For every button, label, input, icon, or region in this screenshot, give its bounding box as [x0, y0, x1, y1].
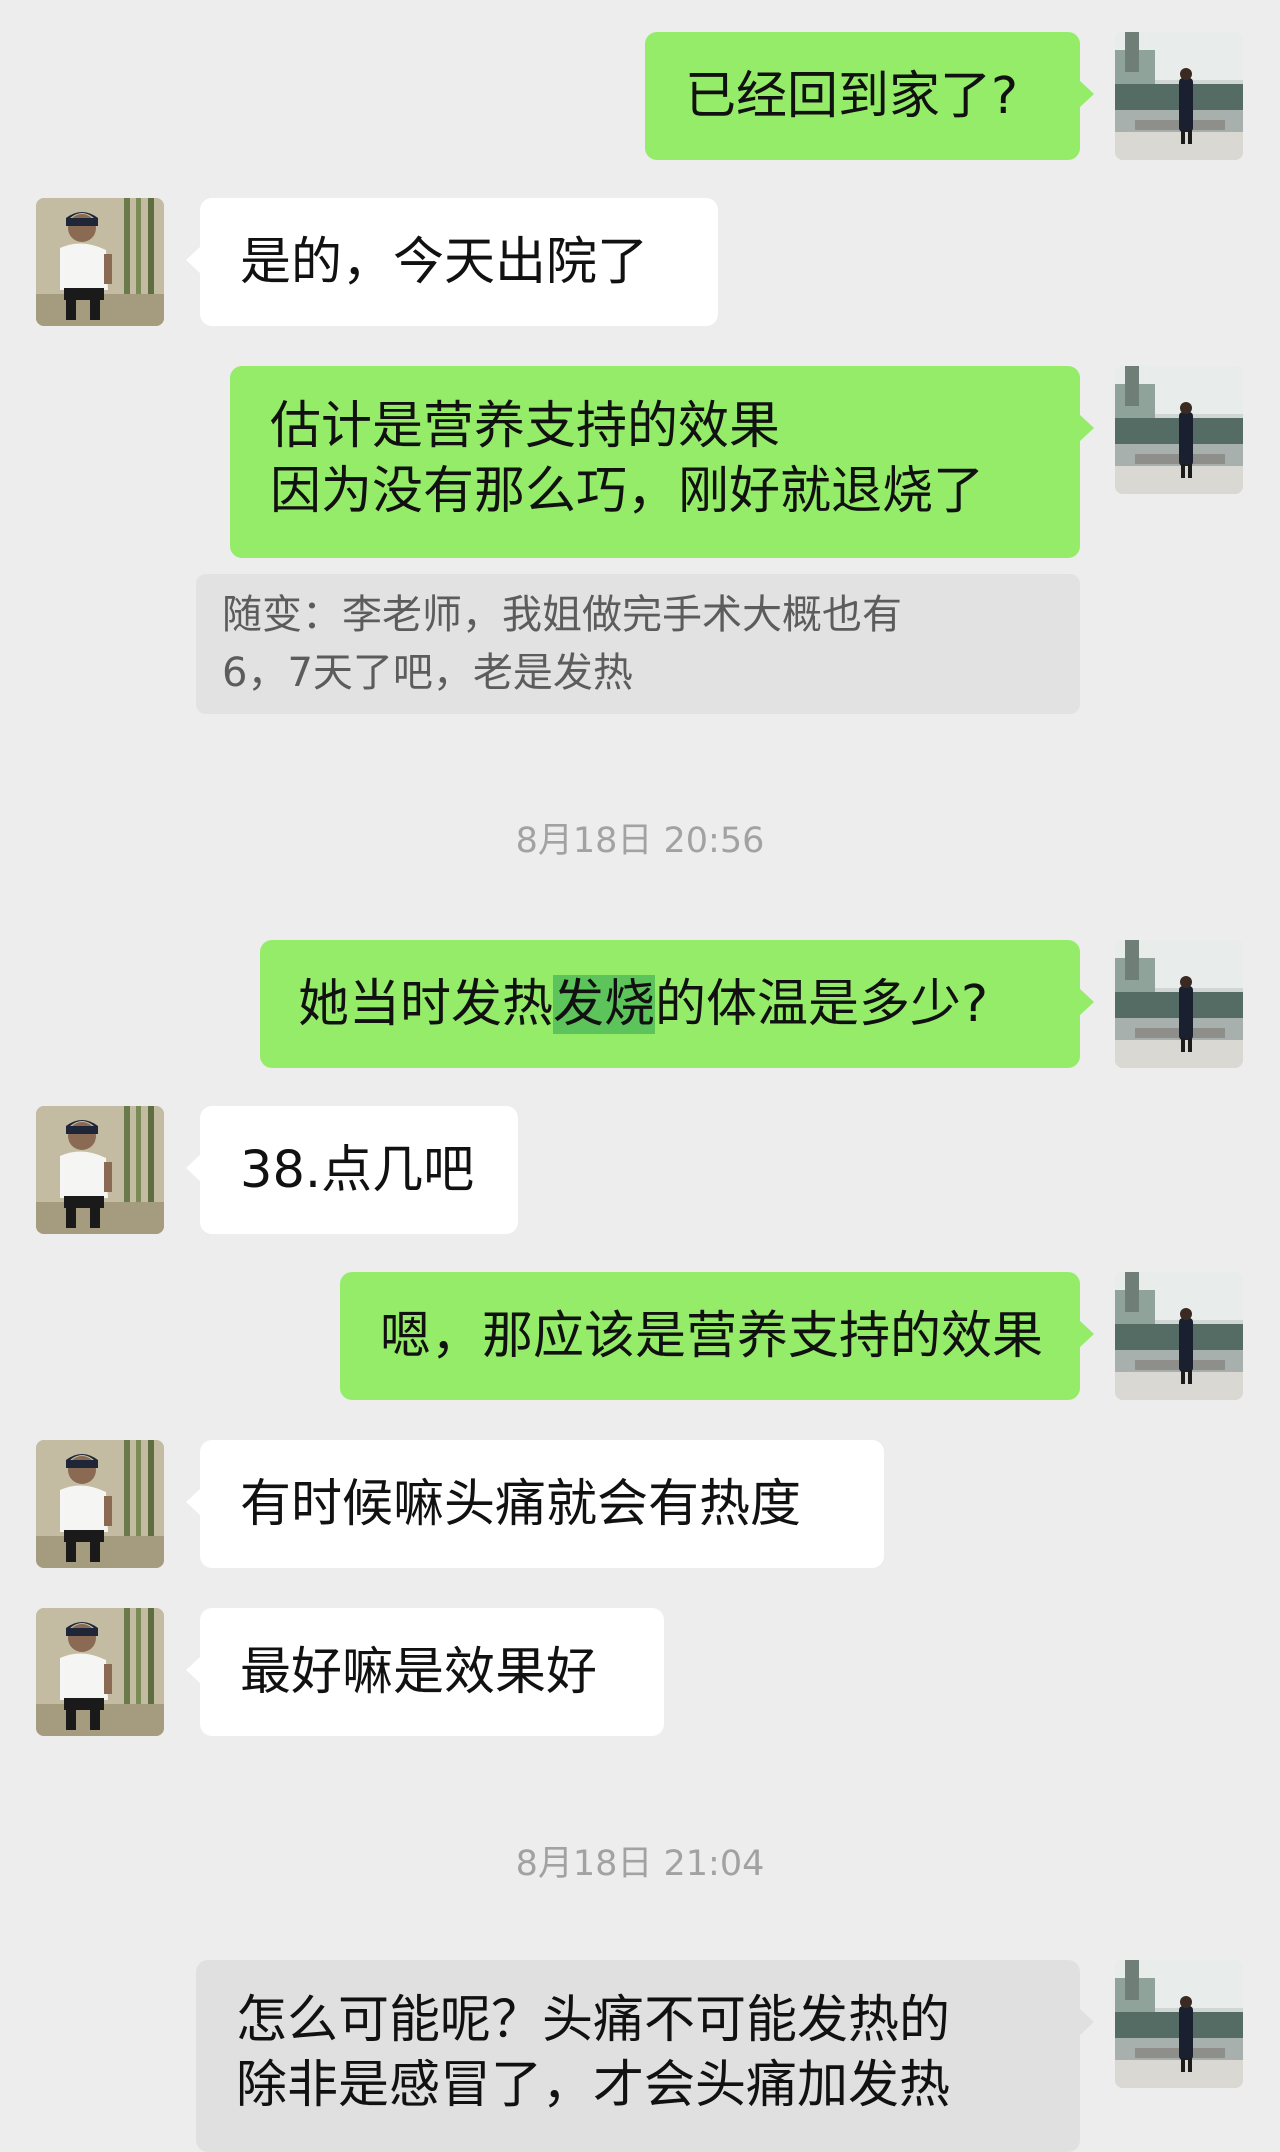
message-bubble-sent[interactable]: 估计是营养支持的效果 因为没有那么巧，刚好就退烧了: [230, 366, 1094, 558]
message-bubble-sent[interactable]: 她当时发热发烧的体温是多少?: [260, 940, 1094, 1068]
highlighted-text[interactable]: 发烧: [553, 975, 656, 1034]
message-text-line: 怎么可能呢？头痛不可能发热的: [236, 1991, 951, 2050]
message-text: 嗯，那应该是营养支持的效果: [380, 1307, 1044, 1366]
avatar-self-photo: [1115, 1960, 1243, 2088]
message-text: 最好嘛是效果好: [240, 1643, 598, 1702]
avatar-self[interactable]: [1115, 32, 1243, 160]
message-text: 有时候嘛头痛就会有热度: [240, 1475, 802, 1534]
avatar-other-photo: [36, 1608, 164, 1736]
quoted-message[interactable]: 随变：李老师，我姐做完手术大概也有 6，7天了吧，老是发热: [196, 574, 1080, 714]
message-text-line: 因为没有那么巧，刚好就退烧了: [270, 462, 985, 522]
avatar-other[interactable]: [36, 1608, 164, 1736]
message-bubble-received[interactable]: 有时候嘛头痛就会有热度: [186, 1440, 884, 1568]
chat-timestamp: 8月18日 21:04: [515, 1844, 765, 1884]
message-bubble-sent[interactable]: 嗯，那应该是营养支持的效果: [340, 1272, 1094, 1400]
message-text: 已经回到家了?: [685, 67, 1019, 126]
avatar-self[interactable]: [1115, 366, 1243, 494]
avatar-self-photo: [1115, 940, 1243, 1068]
message-text-line: 估计是营养支持的效果: [270, 397, 781, 456]
message-bubble-received[interactable]: 38.点几吧: [186, 1106, 518, 1234]
message-text: 的体温是多少?: [655, 975, 989, 1034]
message-text: 她当时发热: [298, 975, 554, 1034]
message-bubble-sent-selected[interactable]: 怎么可能呢？头痛不可能发热的 除非是感冒了，才会头痛加发热: [196, 1960, 1094, 2152]
message-bubble-sent[interactable]: 已经回到家了?: [645, 32, 1094, 160]
quoted-text-line: 6，7天了吧，老是发热: [222, 650, 633, 696]
message-bubble-received[interactable]: 最好嘛是效果好: [186, 1608, 664, 1736]
message-text: 是的，今天出院了: [240, 233, 649, 292]
avatar-other[interactable]: [36, 1106, 164, 1234]
quoted-text-line: 随变：李老师，我姐做完手术大概也有: [222, 592, 902, 638]
avatar-other-photo: [36, 1106, 164, 1234]
avatar-self[interactable]: [1115, 940, 1243, 1068]
avatar-self-photo: [1115, 32, 1243, 160]
avatar-other-photo: [36, 198, 164, 326]
chat-timestamp: 8月18日 20:56: [515, 821, 765, 861]
message-text-line: 除非是感冒了，才会头痛加发热: [236, 2056, 951, 2116]
message-text: 38.点几吧: [240, 1141, 475, 1200]
avatar-self-photo: [1115, 366, 1243, 494]
avatar-other[interactable]: [36, 1440, 164, 1568]
message-bubble-received[interactable]: 是的，今天出院了: [186, 198, 718, 326]
avatar-other[interactable]: [36, 198, 164, 326]
avatar-self-photo: [1115, 1272, 1243, 1400]
avatar-self[interactable]: [1115, 1272, 1243, 1400]
avatar-self[interactable]: [1115, 1960, 1243, 2088]
avatar-other-photo: [36, 1440, 164, 1568]
